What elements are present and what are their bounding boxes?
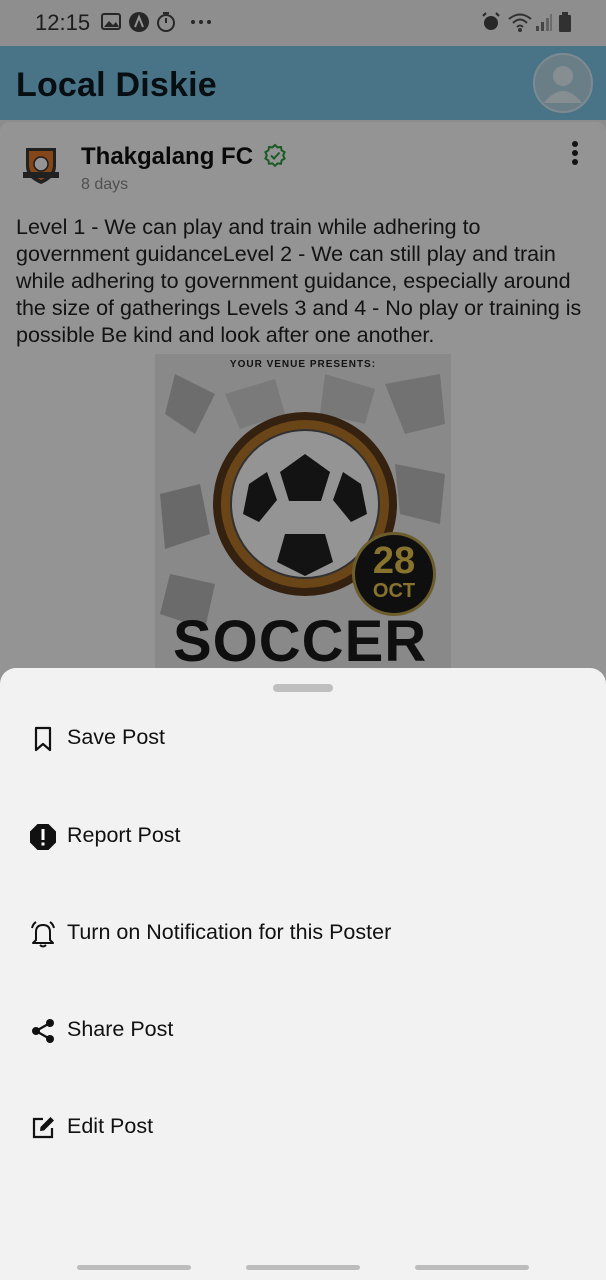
nav-recents-handle[interactable]	[415, 1265, 529, 1270]
share-post-label: Share Post	[67, 1017, 174, 1041]
edit-post-option[interactable]: Edit Post	[0, 1097, 606, 1157]
save-post-label: Save Post	[67, 725, 165, 749]
nav-home-handle[interactable]	[246, 1265, 360, 1270]
edit-icon	[32, 1117, 54, 1139]
share-post-option[interactable]: Share Post	[0, 1000, 606, 1060]
bell-icon	[31, 921, 55, 948]
edit-post-label: Edit Post	[67, 1114, 154, 1138]
report-icon	[30, 824, 56, 850]
report-post-label: Report Post	[67, 823, 181, 847]
post-options-sheet: Save Post Report Post Turn on Notificati…	[0, 668, 606, 1280]
report-post-option[interactable]: Report Post	[0, 806, 606, 866]
bookmark-icon	[34, 726, 52, 752]
share-icon	[32, 1019, 54, 1043]
notification-option[interactable]: Turn on Notification for this Poster	[0, 903, 606, 963]
nav-back-handle[interactable]	[77, 1265, 191, 1270]
sheet-drag-handle[interactable]	[273, 684, 333, 692]
notification-label: Turn on Notification for this Poster	[67, 920, 392, 944]
save-post-option[interactable]: Save Post	[0, 708, 606, 768]
